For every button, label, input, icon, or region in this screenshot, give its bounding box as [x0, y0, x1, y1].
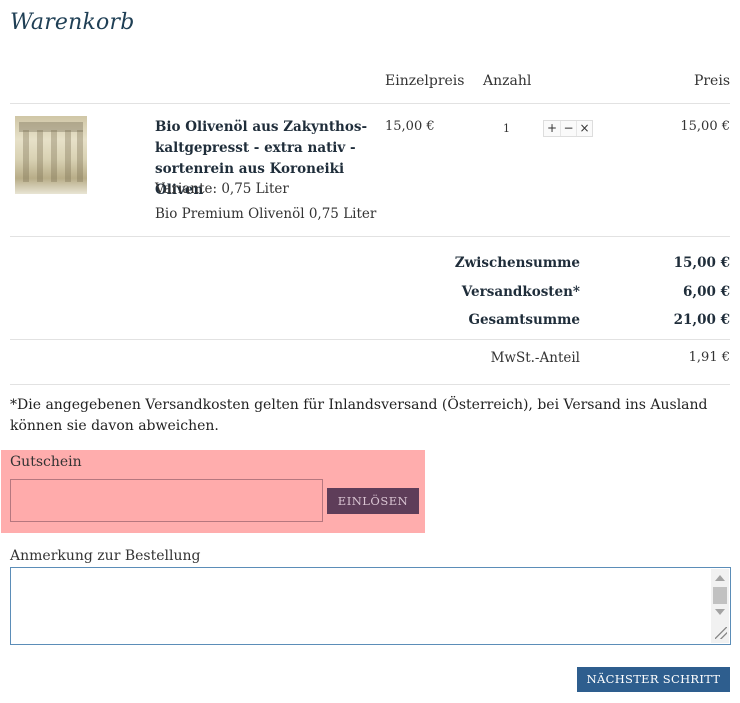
voucher-label: Gutschein	[10, 454, 82, 470]
redeem-voucher-button[interactable]: EINLÖSEN	[327, 488, 419, 514]
voucher-input[interactable]	[10, 479, 323, 522]
divider	[10, 339, 730, 340]
column-header-quantity: Anzahl	[483, 73, 532, 89]
scroll-thumb[interactable]	[713, 587, 727, 604]
tax-label: MwSt.-Anteil	[490, 350, 580, 366]
resize-grip-icon[interactable]	[715, 627, 727, 639]
product-quantity: 1	[503, 122, 510, 135]
column-header-unit-price: Einzelpreis	[385, 73, 465, 89]
shipping-value: 6,00 €	[683, 284, 730, 300]
divider	[10, 384, 730, 385]
quantity-controls: + − ×	[543, 120, 593, 137]
product-image[interactable]	[15, 116, 87, 194]
remove-item-button[interactable]: ×	[576, 121, 592, 136]
total-label: Gesamtsumme	[468, 312, 580, 328]
next-step-button[interactable]: NÄCHSTER SCHRITT	[577, 667, 730, 692]
product-description: Bio Premium Olivenöl 0,75 Liter	[155, 206, 377, 222]
scroll-up-icon[interactable]	[715, 575, 725, 581]
divider	[10, 236, 730, 237]
divider	[10, 103, 730, 104]
scroll-down-icon[interactable]	[715, 609, 725, 615]
subtotal-value: 15,00 €	[673, 255, 730, 271]
order-remark-textarea[interactable]	[10, 567, 731, 645]
product-variant: Variante: 0,75 Liter	[155, 181, 289, 197]
shipping-note: *Die angegebenen Versandkosten gelten fü…	[10, 397, 708, 434]
quantity-decrease-button[interactable]: −	[560, 121, 576, 136]
subtotal-label: Zwischensumme	[454, 255, 580, 271]
product-total-price: 15,00 €	[680, 119, 730, 134]
shipping-label: Versandkosten*	[461, 284, 580, 300]
order-remark-label: Anmerkung zur Bestellung	[10, 548, 201, 564]
page-title: Warenkorb	[10, 10, 135, 35]
product-unit-price: 15,00 €	[385, 119, 435, 134]
total-value: 21,00 €	[673, 312, 730, 328]
column-header-price: Preis	[693, 73, 730, 89]
textarea-scrollbar[interactable]	[711, 569, 729, 643]
tax-value: 1,91 €	[688, 350, 730, 365]
quantity-increase-button[interactable]: +	[544, 121, 560, 136]
